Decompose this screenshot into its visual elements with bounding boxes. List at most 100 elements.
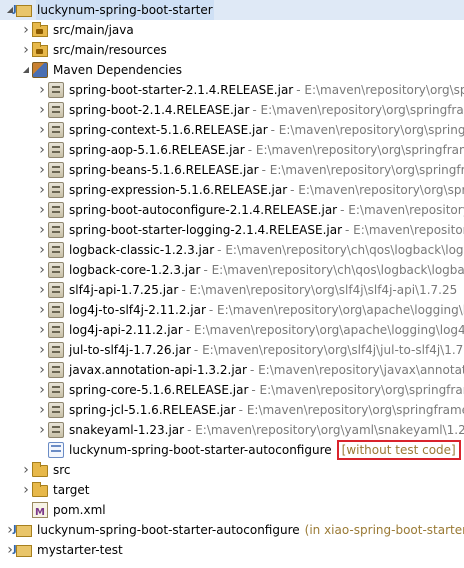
folder-src[interactable]: › src [0,460,464,480]
jar-path-decoration: - E:\maven\repository\org\apache\logging… [208,303,464,317]
jar-icon [48,122,64,138]
expand-arrow-collapsed-icon[interactable]: › [36,240,48,260]
expand-arrow-collapsed-icon[interactable]: › [36,120,48,140]
xml-file-icon [32,502,48,523]
java-project-icon [13,520,32,540]
expand-arrow-collapsed-icon[interactable]: › [36,340,48,360]
jar-path-decoration: - E:\maven\repository\org\slf4j\slf4j-ap… [181,283,458,297]
tree-item-label: spring-boot-2.1.4.RELEASE.jar [69,103,250,117]
jar-logback-classic[interactable]: › logback-classic-1.2.3.jar - E:\maven\rep… [0,240,464,260]
jar-path-decoration: - E:\maven\repository\org\springframewor… [252,103,464,117]
tree-item-label: javax.annotation-api-1.3.2.jar [69,363,247,377]
jar-icon [48,422,64,438]
project-luckynum-spring-boot-starter-autoconfigure[interactable]: ›luckynum-spring-boot-starter-autoconfig… [0,520,464,540]
expand-arrow-collapsed-icon[interactable]: › [36,140,48,160]
jar-icon [48,322,64,338]
project-reference-icon [48,442,64,458]
tree-item-label: luckynum-spring-boot-starter [36,0,214,20]
jar-path-decoration: - E:\maven\repository\ch\qos\logback\log… [217,243,464,257]
tree-item-label: spring-jcl-5.1.6.RELEASE.jar [69,403,236,417]
jar-path-decoration: - E:\maven\repository\org [345,223,464,237]
jar-spring-core[interactable]: › spring-core-5.1.6.RELEASE.jar - E:\maven… [0,380,464,400]
expand-arrow-collapsed-icon[interactable]: › [36,180,48,200]
tree-item-label: slf4j-api-1.7.25.jar [69,283,179,297]
jar-spring-aop[interactable]: › spring-aop-5.1.6.RELEASE.jar - E:\maven\… [0,140,464,160]
expand-arrow-expanded-icon[interactable]: ◢ [20,60,32,80]
expand-arrow-collapsed-icon[interactable]: › [36,100,48,120]
jar-icon [48,202,64,218]
file-pom-xml[interactable]: pom.xml [0,500,464,523]
project-luckynum-spring-boot-starter[interactable]: ◢luckynum-spring-boot-starter [0,0,464,20]
expand-arrow-collapsed-icon[interactable]: › [36,260,48,280]
jar-icon [48,382,64,398]
tree-item-label: spring-beans-5.1.6.RELEASE.jar [69,163,259,177]
expand-arrow-collapsed-icon[interactable]: › [36,420,48,440]
tree-item-label: log4j-api-2.11.2.jar [69,323,183,337]
jar-icon [48,402,64,418]
expand-arrow-collapsed-icon[interactable]: › [36,360,48,380]
jar-jul-to-slf4j[interactable]: › jul-to-slf4j-1.7.26.jar - E:\maven\repos… [0,340,464,360]
tree-item-label: spring-boot-starter-logging-2.1.4.RELEAS… [69,223,343,237]
jar-spring-jcl[interactable]: › spring-jcl-5.1.6.RELEASE.jar - E:\maven\… [0,400,464,420]
folder-target[interactable]: › target [0,480,464,500]
tree-item-label: luckynum-spring-boot-starter-autoconfigu… [69,443,332,457]
jar-icon [48,82,64,98]
jar-slf4j-api[interactable]: › slf4j-api-1.7.25.jar - E:\maven\reposito… [0,280,464,300]
tree-item-label: snakeyaml-1.23.jar [69,423,185,437]
tree-item-label: luckynum-spring-boot-starter-autoconfigu… [37,523,300,537]
maven-dependencies[interactable]: ◢ Maven Dependencies [0,60,464,80]
tree-item-label: spring-core-5.1.6.RELEASE.jar [69,383,249,397]
tree-item-label: jul-to-slf4j-1.7.26.jar [69,343,191,357]
tree-item-label: logback-core-1.2.3.jar [69,263,201,277]
jar-spring-context[interactable]: › spring-context-5.1.6.RELEASE.jar - E:\ma… [0,120,464,140]
tree-item-label: spring-boot-starter-2.1.4.RELEASE.jar [69,83,294,97]
jar-icon [48,282,64,298]
jar-log4j-to-slf4j[interactable]: › log4j-to-slf4j-2.11.2.jar - E:\maven\rep… [0,300,464,320]
expand-arrow-collapsed-icon[interactable]: › [36,280,48,300]
jar-log4j-api[interactable]: › log4j-api-2.11.2.jar - E:\maven\reposito… [0,320,464,340]
tree-item-label: src [53,463,71,477]
src-main-resources[interactable]: › src/main/resources [0,40,464,60]
expand-arrow-collapsed-icon[interactable]: › [36,320,48,340]
expand-arrow-collapsed-icon[interactable]: › [20,480,32,500]
jar-icon [48,262,64,278]
expand-arrow-collapsed-icon[interactable]: › [20,460,32,480]
working-set-annotation: (in xiao-spring-boot-starter-autoconfigu… [304,523,464,537]
expand-arrow-collapsed-icon[interactable]: › [36,300,48,320]
expand-arrow-collapsed-icon[interactable]: › [20,20,32,40]
jar-path-decoration: - E:\maven\repository\org\springframewor… [251,383,464,397]
jar-spring-expression[interactable]: › spring-expression-5.1.6.RELEASE.jar - E:… [0,180,464,200]
expand-arrow-collapsed-icon[interactable]: › [36,400,48,420]
jar-javax-annotation-api[interactable]: › javax.annotation-api-1.3.2.jar - E:\mave… [0,360,464,380]
tree-item-label: src/main/resources [53,43,167,57]
tree-item-label: target [53,483,90,497]
expand-arrow-collapsed-icon[interactable]: › [36,160,48,180]
expand-arrow-collapsed-icon[interactable]: › [36,80,48,100]
jar-path-decoration: - E:\maven\repository\org\springframewor… [290,183,464,197]
project-mystarter-test[interactable]: ›mystarter-test [0,540,464,560]
jar-path-decoration: - E:\maven\repository\org\apache\logging… [185,323,464,337]
jar-spring-beans[interactable]: › spring-beans-5.1.6.RELEASE.jar - E:\mave… [0,160,464,180]
expand-arrow-collapsed-icon[interactable]: › [36,200,48,220]
jar-snakeyaml[interactable]: › snakeyaml-1.23.jar - E:\maven\repository… [0,420,464,440]
jar-path-decoration: - E:\maven\repository\org [340,203,464,217]
tree-item-label: spring-expression-5.1.6.RELEASE.jar [69,183,288,197]
jar-icon [48,142,64,158]
jar-spring-boot[interactable]: › spring-boot-2.1.4.RELEASE.jar - E:\maven… [0,100,464,120]
expand-arrow-collapsed-icon[interactable]: › [20,40,32,60]
expand-arrow-collapsed-icon[interactable]: › [36,220,48,240]
jar-path-decoration: - E:\maven\repository\javax\annotation [249,363,464,377]
tree-item-label: log4j-to-slf4j-2.11.2.jar [69,303,206,317]
jar-spring-boot-starter-logging[interactable]: › spring-boot-starter-logging-2.1.4.RELEA… [0,220,464,240]
jar-icon [48,242,64,258]
src-main-java[interactable]: › src/main/java [0,20,464,40]
tree-item-label: pom.xml [53,503,106,517]
jar-icon [48,362,64,378]
module-luckynum-spring-boot-starter-autoconfigure[interactable]: luckynum-spring-boot-starter-autoconfigu… [0,440,464,460]
jar-spring-boot-starter[interactable]: › spring-boot-starter-2.1.4.RELEASE.jar - … [0,80,464,100]
jar-logback-core[interactable]: › logback-core-1.2.3.jar - E:\maven\reposi… [0,260,464,280]
jar-spring-boot-autoconfigure[interactable]: › spring-boot-autoconfigure-2.1.4.RELEASE… [0,200,464,220]
tree-item-label: logback-classic-1.2.3.jar [69,243,215,257]
expand-arrow-collapsed-icon[interactable]: › [36,380,48,400]
